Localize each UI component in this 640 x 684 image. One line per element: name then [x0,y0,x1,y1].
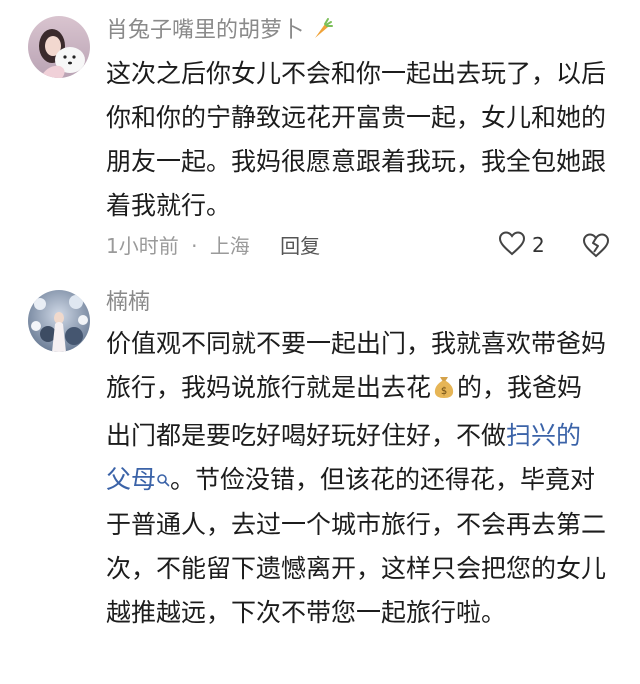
heart-icon [498,230,526,260]
avatar[interactable] [28,16,90,78]
avatar[interactable] [28,290,90,352]
like-button[interactable]: 2 [498,229,545,261]
comment-location: 上海 [209,234,250,258]
svg-text:$: $ [441,386,447,397]
comment-text: 这次之后你女儿不会和你一起出去玩了，以后你和你的宁静致远花开富贵一起，女儿和她的… [106,59,607,220]
meta-separator: · [191,234,198,258]
comment-text-part: 。节俭没错，但该花的还得花，毕竟对于普通人，去过一个城市旅行，不会再去第二次，不… [106,465,607,627]
search-icon [156,459,170,503]
reply-button[interactable]: 回复 [280,234,320,258]
comment-meta: 1小时前 · 上海 回复 [106,232,320,260]
comment-time: 1小时前 [106,234,179,258]
comment-item: 楠楠 价值观不同就不要一起出门，我就喜欢带爸妈旅行，我妈说旅行就是出去花 $ 的，我… [0,280,640,684]
username[interactable]: 肖兔子嘴里的胡萝卜 [106,16,334,49]
money-bag-icon: $ [431,370,457,414]
username[interactable]: 楠楠 [106,288,150,318]
broken-heart-icon [582,233,610,262]
dislike-button[interactable] [582,229,610,261]
comment-item: 肖兔子嘴里的胡萝卜 这次之后你女儿不会和你一起出去玩了，以后你和你的宁静致远花开… [0,0,640,280]
username-text: 肖兔子嘴里的胡萝卜 [106,18,305,43]
carrot-icon [311,16,334,49]
like-count: 2 [532,233,545,257]
comment-text: 价值观不同就不要一起出门，我就喜欢带爸妈旅行，我妈说旅行就是出去花 $ 的，我爸妈出… [106,322,606,635]
